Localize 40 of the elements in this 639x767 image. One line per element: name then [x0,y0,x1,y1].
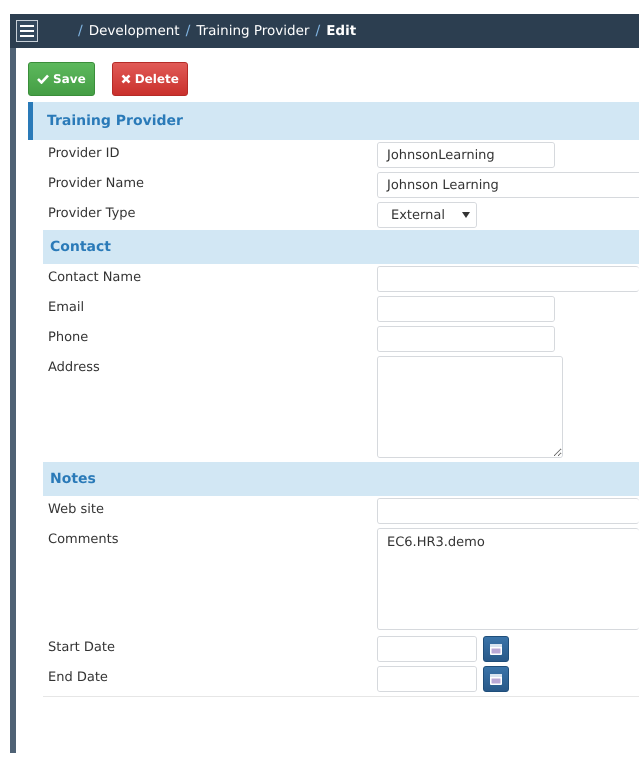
text-area[interactable] [377,356,563,458]
text-field[interactable] [377,498,639,524]
field-label: Contact Name [47,269,142,285]
section-title: Contact [43,230,639,264]
text-field[interactable] [377,326,555,352]
breadcrumb-link[interactable]: Edit [326,23,356,39]
field-label: Address [47,359,101,375]
field-label: Comments [47,531,120,547]
text-area[interactable]: EC6.HR3.demo [377,528,639,630]
date-field[interactable] [377,636,477,662]
menu-button[interactable] [16,20,38,42]
breadcrumb-separator: / [315,23,320,39]
field-label: Provider ID [47,145,120,161]
field-label: Provider Type [47,205,137,221]
calendar-icon [490,673,502,685]
delete-button[interactable]: Delete [112,62,188,96]
text-field[interactable] [377,266,639,292]
calendar-button[interactable] [483,666,509,692]
date-field[interactable] [377,666,477,692]
breadcrumb-separator: / [78,23,83,39]
panel-title: Training Provider [28,102,639,140]
breadcrumb-link[interactable]: Development [88,23,180,39]
breadcrumb-separator: / [186,23,190,39]
section-title: Notes [43,462,639,496]
field-label: Phone [47,329,90,345]
field-label: End Date [47,669,109,685]
field-label: Provider Name [47,175,146,191]
field-label: Email [47,299,86,315]
field-label: Start Date [47,639,116,655]
text-field[interactable]: Johnson Learning [377,172,639,198]
text-field[interactable] [377,296,555,322]
breadcrumb-link[interactable]: Training Provider [196,23,310,39]
text-field[interactable]: JohnsonLearning [377,142,555,168]
caret-icon [462,212,470,218]
calendar-button[interactable] [483,636,509,662]
select-field[interactable]: External [377,202,477,228]
field-label: Web site [47,501,105,517]
close-icon [120,74,131,84]
calendar-icon [490,643,502,655]
check-icon [37,74,49,84]
